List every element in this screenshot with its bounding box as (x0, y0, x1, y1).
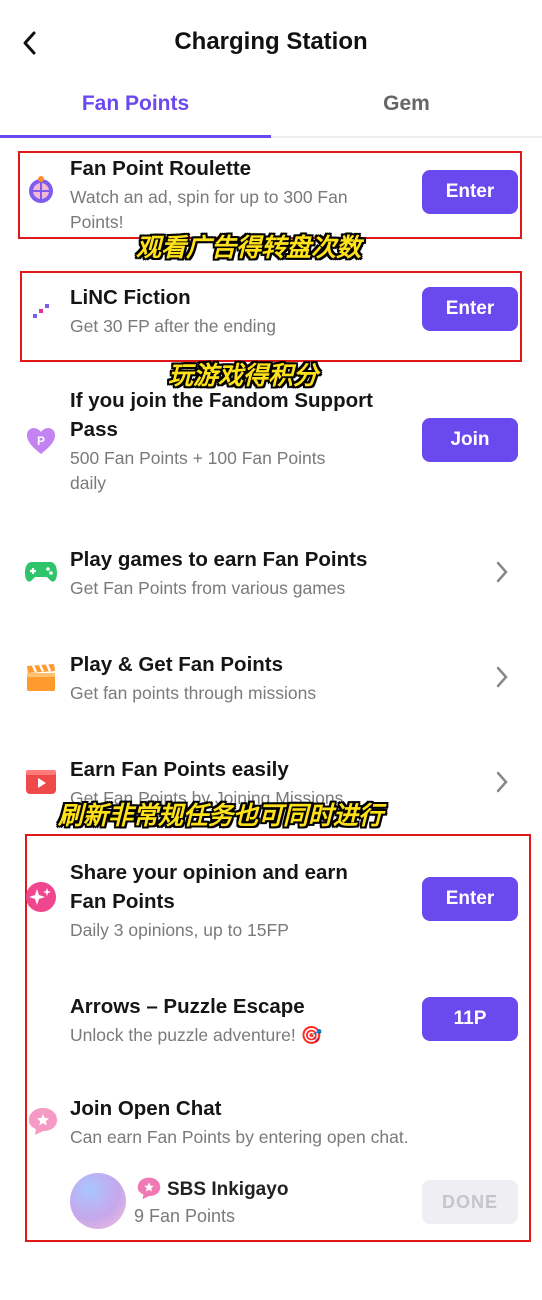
page-title: Charging Station (174, 28, 368, 55)
list-item-fandom-pass: P If you join the Fandom Support Pass 50… (0, 386, 542, 498)
row-title: Earn Fan Points easily (70, 758, 289, 781)
chat-room-name: SBS Inkigayo (167, 1179, 289, 1200)
join-button[interactable]: Join (422, 418, 518, 462)
chevron-right-icon (492, 767, 512, 797)
row-subtitle-line2: daily (70, 473, 106, 493)
list-item-open-chat: Join Open Chat Can earn Fan Points by en… (0, 1094, 542, 1154)
row-title-line2: Pass (70, 418, 118, 441)
chat-room-points: 9 Fan Points (134, 1206, 236, 1226)
sparkle-icon (24, 880, 58, 914)
annotation-caption: 观看广告得转盘次数 (136, 233, 362, 262)
row-title-line1: If you join the Fandom Support (70, 389, 373, 412)
chat-star-icon (26, 1104, 60, 1138)
chevron-right-icon (492, 662, 512, 692)
row-subtitle: Can earn Fan Points by entering open cha… (70, 1127, 409, 1147)
row-title: Arrows – Puzzle Escape (70, 995, 305, 1018)
row-title: Play games to earn Fan Points (70, 548, 368, 571)
done-button[interactable]: DONE (422, 1180, 518, 1224)
header: Charging Station (0, 0, 542, 86)
heart-p-icon: P (24, 424, 58, 458)
list-item-play-and-get[interactable]: Play & Get Fan Points Get fan points thr… (0, 650, 542, 710)
chat-star-icon (136, 1176, 162, 1202)
annotation-box (18, 151, 522, 239)
enter-button[interactable]: Enter (422, 877, 518, 921)
row-title: Play & Get Fan Points (70, 653, 284, 676)
tab-fan-points[interactable]: Fan Points (0, 92, 271, 116)
list-item-share-opinion: Share your opinion and earn Fan Points D… (0, 858, 542, 948)
gamepad-icon (24, 555, 58, 589)
tab-gem[interactable]: Gem (271, 92, 542, 116)
active-tab-indicator (0, 135, 271, 138)
tab-bar: Fan Points Gem (0, 86, 542, 138)
row-subtitle: Unlock the puzzle adventure! 🎯 (70, 1025, 323, 1045)
row-title-line2: Fan Points (70, 890, 175, 913)
annotation-caption: 刷新非常规任务也可同时进行 (58, 801, 384, 830)
annotation-box (20, 271, 522, 362)
list-item-arrows-puzzle: Arrows – Puzzle Escape Unlock the puzzle… (0, 992, 542, 1052)
row-subtitle: Daily 3 opinions, up to 15FP (70, 920, 289, 940)
row-subtitle-line1: 500 Fan Points + 100 Fan Points (70, 448, 326, 468)
points-button[interactable]: 11P (422, 997, 518, 1041)
list-item-play-games[interactable]: Play games to earn Fan Points Get Fan Po… (0, 545, 542, 605)
svg-text:P: P (37, 434, 45, 448)
row-subtitle: Get fan points through missions (70, 683, 317, 703)
avatar[interactable] (70, 1173, 126, 1229)
chevron-right-icon (492, 557, 512, 587)
row-title-line1: Share your opinion and earn (70, 861, 348, 884)
clapperboard-icon (24, 660, 58, 694)
row-title: Join Open Chat (70, 1097, 222, 1120)
video-play-icon (24, 765, 58, 799)
row-subtitle: Get Fan Points from various games (70, 578, 346, 598)
